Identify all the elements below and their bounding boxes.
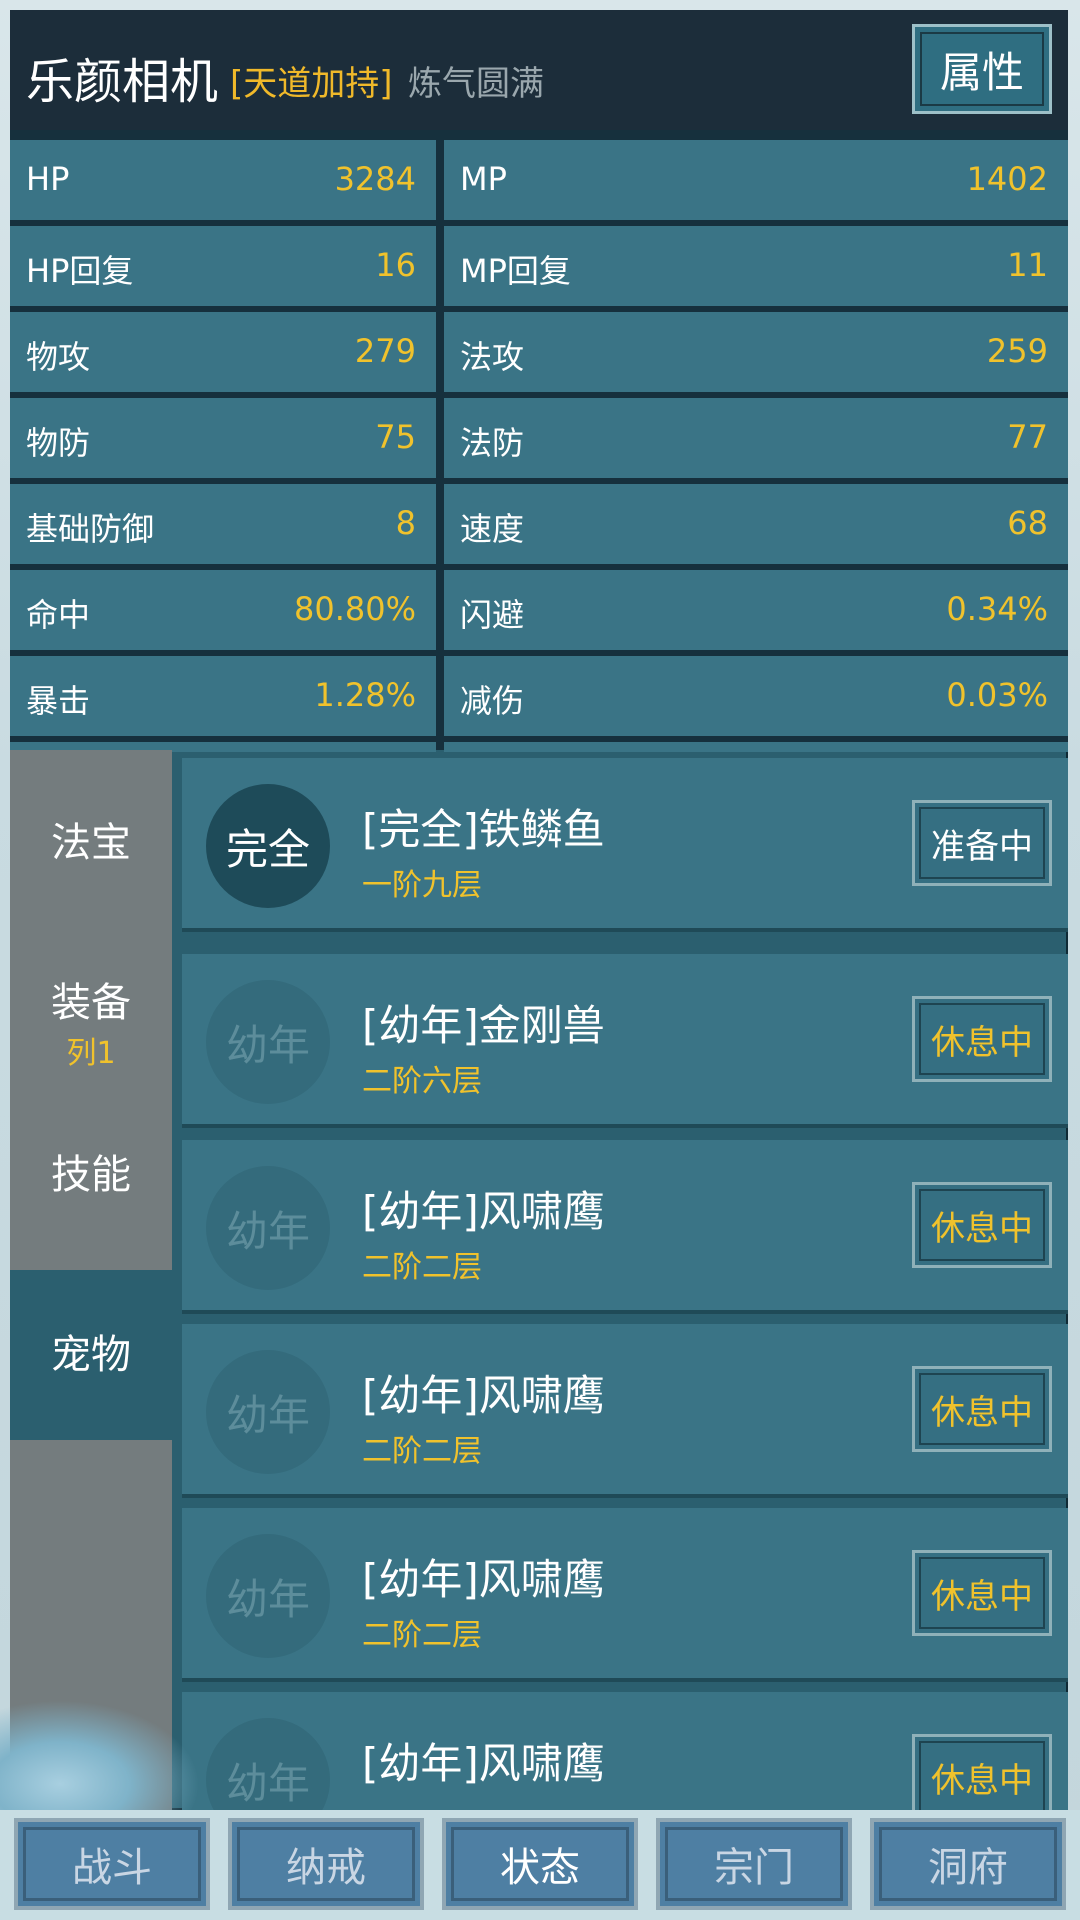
pet-tier: 二阶六层 — [362, 1064, 482, 1099]
pet-card[interactable]: 幼年 [幼年]风啸鹰 二阶二层 休息中 — [182, 1324, 1068, 1498]
realm-label: 炼气圆满 — [408, 64, 544, 104]
stat-base-defense: 基础防御 8 — [10, 484, 436, 564]
category-sidebar: 法宝 装备 列1 技能 宠物 — [10, 750, 172, 1810]
pet-name: [完全]铁鳞鱼 — [362, 805, 605, 854]
bottom-nav: 战斗 纳戒 状态 宗门 洞府 — [0, 1810, 1080, 1920]
stat-label: 暴击 — [26, 682, 91, 720]
pet-grade-circle: 幼年 — [206, 1350, 330, 1474]
pet-name: [幼年]风啸鹰 — [362, 1555, 605, 1604]
stat-speed: 速度 68 — [444, 484, 1068, 564]
main-panel: 乐颜相机 [天道加持] 炼气圆满 属性 HP 3284 HP回复 16 物攻 2… — [10, 10, 1068, 1810]
nav-status[interactable]: 状态 — [442, 1818, 638, 1910]
pet-name: [幼年]风啸鹰 — [362, 1187, 605, 1236]
stat-hp-regen: HP回复 16 — [10, 226, 436, 306]
pet-name: [幼年]风啸鹰 — [362, 1739, 605, 1788]
pet-status-button[interactable]: 休息中 — [912, 1182, 1052, 1268]
tab-label: 装备 — [51, 980, 131, 1026]
stat-mp-regen: MP回复 11 — [444, 226, 1068, 306]
pet-card[interactable]: 幼年 [幼年]风啸鹰 二阶二层 休息中 — [182, 1140, 1068, 1314]
nav-ring[interactable]: 纳戒 — [228, 1818, 424, 1910]
pet-status-button[interactable]: 休息中 — [912, 1734, 1052, 1810]
cloud-ornament — [0, 1700, 200, 1820]
stat-magic-attack: 法攻 259 — [444, 312, 1068, 392]
stat-value: 11 — [1007, 246, 1048, 284]
stat-mp: MP 1402 — [444, 140, 1068, 220]
stat-value: 77 — [1007, 418, 1048, 456]
tab-label: 技能 — [51, 1152, 131, 1198]
stat-value: 16 — [375, 246, 416, 284]
stat-label: MP — [460, 160, 507, 198]
stat-hit: 命中 80.80% — [10, 570, 436, 650]
stat-dodge: 闪避 0.34% — [444, 570, 1068, 650]
tab-treasure[interactable]: 法宝 — [10, 750, 172, 920]
pet-tier: 二阶二层 — [362, 1618, 482, 1653]
tab-label: 宠物 — [51, 1332, 131, 1378]
pet-card[interactable]: 幼年 [幼年]风啸鹰 二阶二层 休息中 — [182, 1508, 1068, 1682]
stat-value: 259 — [986, 332, 1048, 370]
pet-grade-circle: 幼年 — [206, 980, 330, 1104]
stat-hp: HP 3284 — [10, 140, 436, 220]
stat-magic-defense: 法防 77 — [444, 398, 1068, 478]
blessing-tag: [天道加持] — [230, 64, 393, 104]
stat-value: 0.03% — [946, 676, 1048, 714]
pet-list: 完全 [完全]铁鳞鱼 一阶九层 准备中 幼年 [幼年]金刚兽 二阶六层 休息中 … — [182, 758, 1068, 1810]
nav-sect[interactable]: 宗门 — [656, 1818, 852, 1910]
stat-label: HP回复 — [26, 252, 134, 290]
stat-damage-reduction: 减伤 0.03% — [444, 656, 1068, 736]
tab-label: 法宝 — [51, 820, 131, 866]
pet-grade-circle: 幼年 — [206, 1534, 330, 1658]
stat-phys-attack: 物攻 279 — [10, 312, 436, 392]
pet-name: [幼年]风啸鹰 — [362, 1371, 605, 1420]
character-header: 乐颜相机 [天道加持] 炼气圆满 属性 — [10, 10, 1068, 130]
tab-skills[interactable]: 技能 — [10, 1090, 172, 1260]
pet-card[interactable]: 完全 [完全]铁鳞鱼 一阶九层 准备中 — [182, 758, 1068, 932]
character-name: 乐颜相机 — [26, 54, 219, 110]
pet-name: [幼年]金刚兽 — [362, 1001, 605, 1050]
stat-label: 法攻 — [460, 338, 525, 376]
stat-row-partial — [444, 742, 1068, 752]
attributes-button[interactable]: 属性 — [912, 24, 1052, 114]
pet-tier: 二阶二层 — [362, 1434, 482, 1469]
stat-value: 8 — [395, 504, 416, 542]
pet-grade-circle: 幼年 — [206, 1718, 330, 1810]
pet-card[interactable]: 幼年 [幼年]风啸鹰 休息中 — [182, 1692, 1068, 1810]
stat-label: 命中 — [26, 596, 91, 634]
pet-status-button[interactable]: 准备中 — [912, 800, 1052, 886]
stat-value: 3284 — [334, 160, 416, 198]
stat-value: 1.28% — [314, 676, 416, 714]
stat-crit: 暴击 1.28% — [10, 656, 436, 736]
stat-value: 80.80% — [293, 590, 416, 628]
stats-grid: HP 3284 HP回复 16 物攻 279 物防 75 基础防御 8 命中 8… — [10, 130, 1068, 752]
pet-status-button[interactable]: 休息中 — [912, 1366, 1052, 1452]
stat-label: 闪避 — [460, 596, 525, 634]
stat-value: 0.34% — [946, 590, 1048, 628]
stat-label: 物防 — [26, 424, 91, 462]
stat-value: 68 — [1007, 504, 1048, 542]
stat-label: 速度 — [460, 510, 525, 548]
tab-badge: 列1 — [66, 1036, 116, 1071]
stat-value: 279 — [354, 332, 416, 370]
stat-label: MP回复 — [460, 252, 571, 290]
pet-tier: 一阶九层 — [362, 868, 482, 903]
stat-phys-defense: 物防 75 — [10, 398, 436, 478]
tab-pets[interactable]: 宠物 — [10, 1270, 172, 1440]
stat-label: 减伤 — [460, 682, 525, 720]
pet-grade-circle: 完全 — [206, 784, 330, 908]
stat-value: 1402 — [966, 160, 1048, 198]
stat-label: HP — [26, 160, 70, 198]
pet-status-button[interactable]: 休息中 — [912, 996, 1052, 1082]
stat-label: 基础防御 — [26, 510, 155, 548]
nav-battle[interactable]: 战斗 — [14, 1818, 210, 1910]
pet-tier: 二阶二层 — [362, 1250, 482, 1285]
pet-grade-circle: 幼年 — [206, 1166, 330, 1290]
stat-label: 法防 — [460, 424, 525, 462]
stat-label: 物攻 — [26, 338, 91, 376]
nav-cave[interactable]: 洞府 — [870, 1818, 1066, 1910]
pet-status-button[interactable]: 休息中 — [912, 1550, 1052, 1636]
stat-value: 75 — [375, 418, 416, 456]
tab-equipment[interactable]: 装备 列1 — [10, 920, 172, 1090]
pet-card[interactable]: 幼年 [幼年]金刚兽 二阶六层 休息中 — [182, 954, 1068, 1128]
